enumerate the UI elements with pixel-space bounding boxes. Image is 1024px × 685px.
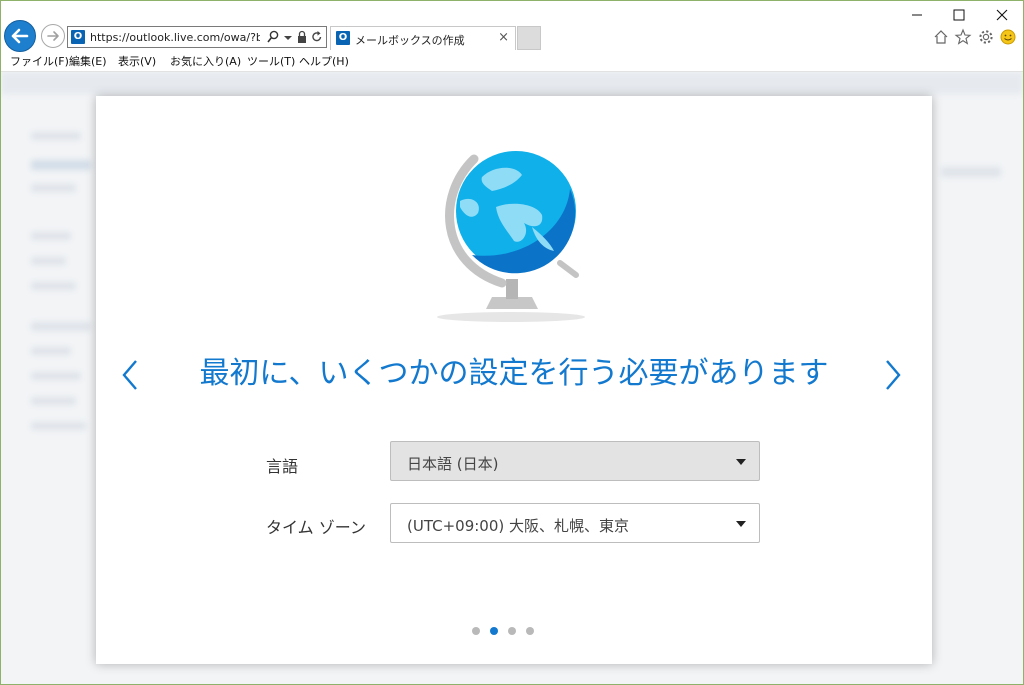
tab-create-mailbox[interactable]: O メールボックスの作成 × [330, 26, 516, 50]
menu-tools[interactable]: ツール(T) [247, 55, 295, 69]
star-icon[interactable] [954, 28, 972, 46]
chevron-right-icon[interactable] [882, 358, 904, 392]
new-tab-button[interactable] [517, 26, 541, 50]
menu-help[interactable]: ヘルプ(H) [299, 55, 349, 69]
menu-favorites[interactable]: お気に入り(A) [170, 55, 241, 69]
blurred-item [31, 372, 81, 380]
blurred-item [941, 167, 1001, 177]
page-dot-3[interactable] [508, 627, 516, 635]
page-dot-1[interactable] [472, 627, 480, 635]
chevron-down-icon [736, 521, 746, 527]
smiley-icon[interactable] [999, 28, 1017, 46]
blurred-item [31, 160, 91, 170]
browser-window: O https://outlook.live.com/owa/?bO: O メー… [0, 0, 1024, 685]
language-value: 日本語 (日本) [407, 455, 499, 473]
menu-file[interactable]: ファイル(F) [10, 55, 69, 69]
blurred-item [31, 282, 76, 290]
minimize-icon[interactable] [907, 5, 927, 25]
maximize-icon[interactable] [949, 5, 969, 25]
blurred-item [31, 397, 76, 405]
setup-headline: 最初に、いくつかの設定を行う必要があります [199, 356, 829, 391]
menu-edit[interactable]: 編集(E) [69, 55, 107, 69]
refresh-icon[interactable] [311, 30, 323, 44]
chevron-left-icon[interactable] [119, 358, 141, 392]
outlook-favicon-icon: O [71, 30, 85, 44]
menu-view[interactable]: 表示(V) [118, 55, 156, 69]
timezone-label: タイム ゾーン [266, 518, 366, 537]
blurred-item [31, 232, 71, 240]
blurred-item [31, 422, 86, 430]
blurred-item [31, 347, 71, 355]
dropdown-arrow-icon[interactable] [282, 30, 294, 44]
home-icon[interactable] [932, 28, 950, 46]
page-indicator [472, 627, 542, 637]
blurred-item [31, 132, 81, 140]
arrow-right-icon [47, 31, 59, 41]
search-icon[interactable] [267, 30, 279, 44]
timezone-select[interactable]: (UTC+09:00) 大阪、札幌、東京 [390, 503, 760, 543]
tab-title: メールボックスの作成 [355, 34, 465, 47]
language-label: 言語 [266, 457, 299, 476]
blurred-item [31, 257, 66, 265]
gear-icon[interactable] [977, 28, 995, 46]
close-window-icon[interactable] [992, 5, 1012, 25]
menu-bar: ファイル(F) 編集(E) 表示(V) お気に入り(A) ツール(T) ヘルプ(… [1, 53, 1023, 72]
close-tab-icon[interactable]: × [498, 30, 509, 45]
page-dot-4[interactable] [526, 627, 534, 635]
address-bar[interactable]: O https://outlook.live.com/owa/?bO: [67, 26, 327, 48]
url-text[interactable]: https://outlook.live.com/owa/?bO: [90, 30, 260, 45]
timezone-value: (UTC+09:00) 大阪、札幌、東京 [407, 517, 630, 535]
back-button[interactable] [4, 20, 36, 52]
arrow-left-icon [11, 28, 29, 44]
blurred-item [31, 322, 91, 331]
language-select[interactable]: 日本語 (日本) [390, 441, 760, 481]
outlook-favicon-icon: O [336, 31, 350, 45]
browser-toolbar: O https://outlook.live.com/owa/?bO: O メー… [1, 1, 1023, 53]
page-dot-2[interactable] [490, 627, 498, 635]
forward-button[interactable] [41, 24, 65, 48]
setup-dialog: 最初に、いくつかの設定を行う必要があります 言語 日本語 (日本) タイム ゾー… [96, 96, 932, 664]
chevron-down-icon [736, 459, 746, 465]
lock-icon[interactable] [296, 30, 308, 44]
blurred-item [31, 184, 76, 192]
globe-illustration-icon [437, 151, 585, 322]
blurred-header [1, 72, 1023, 94]
